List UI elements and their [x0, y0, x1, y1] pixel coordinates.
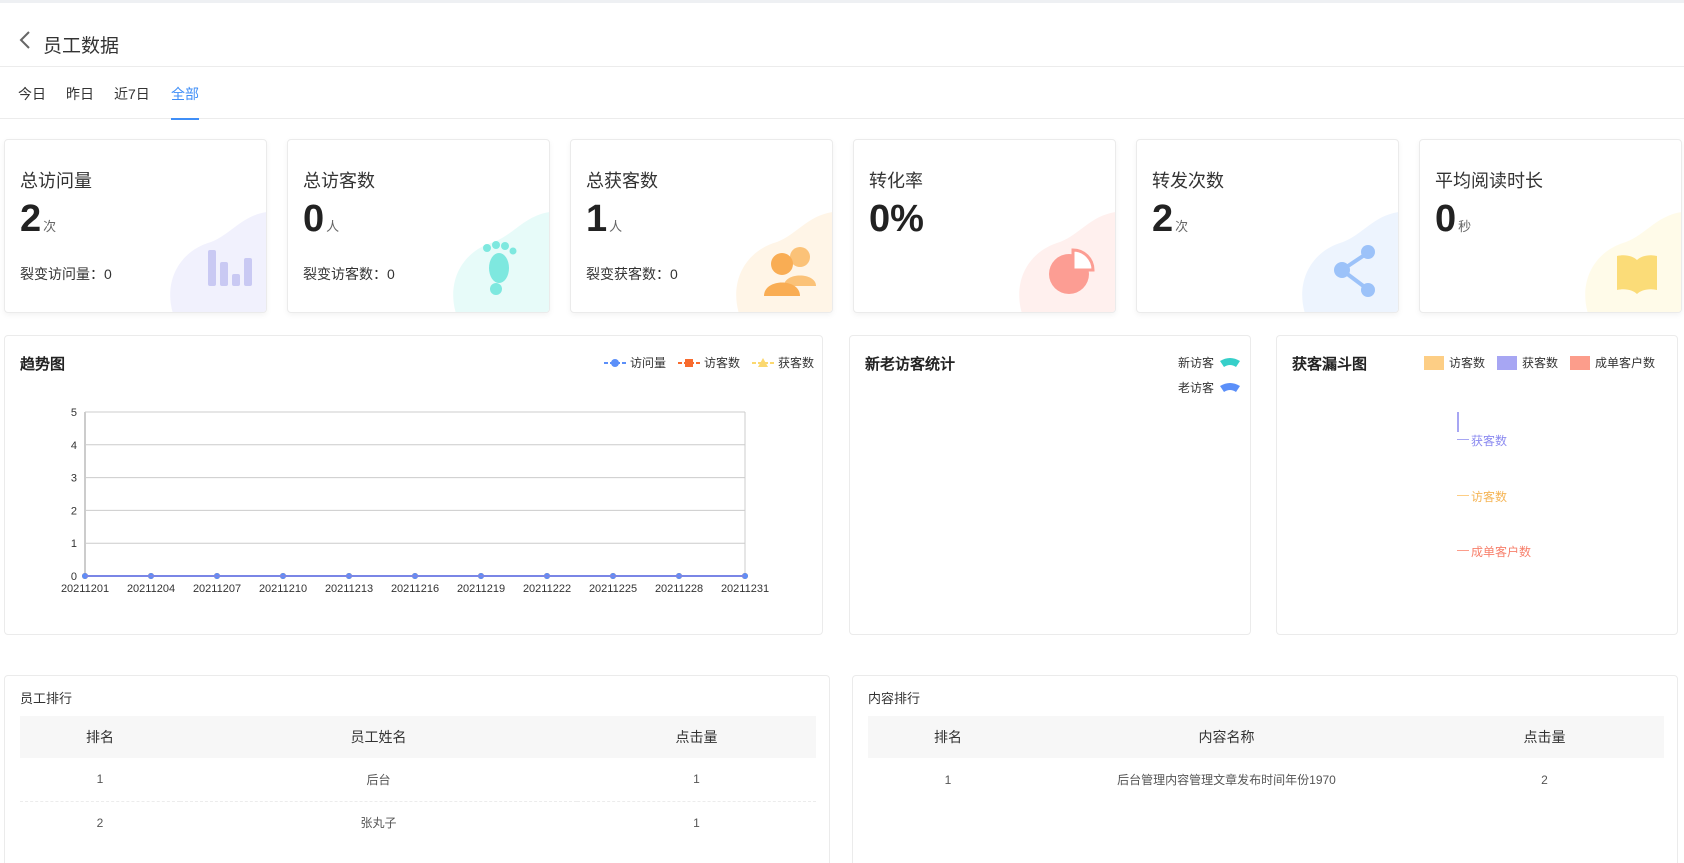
x-tick-label: 20211225 — [589, 583, 637, 595]
content-rank-panel: 内容排行 排名 内容名称 点击量 1 后台管理内容管理文章发布时间年份1970 … — [852, 675, 1678, 863]
footprint-icon — [453, 212, 549, 312]
card-title: 转化率 — [869, 171, 923, 191]
x-tick-label: 20211204 — [127, 583, 175, 595]
content-rank-title: 内容排行 — [868, 691, 921, 706]
card-subtext: 裂变访问量：0 — [20, 266, 112, 282]
x-tick-label: 20211222 — [523, 583, 571, 595]
stat-card-total-visits: 总访问量 2次 裂变访问量：0 — [4, 139, 267, 313]
card-title: 总访问量 — [20, 171, 92, 191]
card-subtext: 裂变访客数：0 — [303, 266, 395, 282]
tab-last-7-days[interactable]: 近7日 — [114, 84, 150, 118]
funnel-title: 获客漏斗图 — [1292, 356, 1368, 373]
y-tick-label: 2 — [71, 505, 77, 517]
legend-swatch — [1496, 355, 1517, 370]
tab-today[interactable]: 今日 — [18, 84, 46, 118]
card-value: 0秒 — [1435, 198, 1472, 240]
chevron-left-icon[interactable] — [18, 29, 32, 51]
x-tick-label: 20211231 — [721, 583, 769, 595]
card-value: 2次 — [1152, 198, 1189, 240]
x-tick-label: 20211228 — [655, 583, 703, 595]
y-tick-label: 1 — [71, 538, 77, 550]
date-tabs: 今日 昨日 近7日 全部 — [0, 67, 1684, 120]
tab-yesterday[interactable]: 昨日 — [66, 84, 94, 118]
x-tick-label: 20211216 — [391, 583, 439, 595]
card-value: 0人 — [303, 198, 340, 240]
funnel-label-deals: 成单客户数 — [1471, 545, 1532, 559]
legend-old-visitor[interactable]: 老访客 — [1178, 379, 1240, 396]
page-title: 员工数据 — [43, 36, 120, 57]
bar-chart-icon — [170, 212, 266, 312]
stat-card-conversion-rate: 转化率 0% — [853, 139, 1116, 313]
column-header[interactable]: 内容名称 — [1028, 716, 1425, 758]
card-value: 0% — [869, 198, 924, 240]
column-header[interactable]: 排名 — [868, 716, 1028, 758]
column-header[interactable]: 排名 — [20, 716, 180, 758]
stat-card-avg-read-time: 平均阅读时长 0秒 — [1419, 139, 1682, 313]
book-icon — [1585, 212, 1681, 312]
table-row[interactable]: 1 后台 1 — [20, 758, 816, 802]
trend-panel: 趋势图 访问量 访客数 获客数 0 1 2 3 4 5 20211201 20211204 20… — [4, 335, 823, 635]
stat-card-shares: 转发次数 2次 — [1136, 139, 1399, 313]
visitor-title: 新老访客统计 — [865, 356, 956, 373]
x-tick-label: 20211210 — [259, 583, 307, 595]
tab-all[interactable]: 全部 — [171, 84, 199, 120]
column-header[interactable]: 员工姓名 — [180, 716, 577, 758]
pie-chart-icon — [1019, 212, 1115, 312]
staff-rank-title: 员工排行 — [20, 691, 73, 706]
legend-wedge-icon — [1220, 382, 1240, 392]
staff-rank-panel: 员工排行 排名 员工姓名 点击量 1 后台 1 2 张丸子 1 — [4, 675, 830, 863]
staff-rank-table: 排名 员工姓名 点击量 1 后台 1 2 张丸子 1 — [20, 716, 816, 844]
visitor-panel: 新老访客统计 新访客 老访客 — [849, 335, 1251, 635]
stat-card-total-visitors: 总访客数 0人 裂变访客数：0 — [287, 139, 550, 313]
x-tick-label: 20211213 — [325, 583, 373, 595]
y-tick-label: 3 — [71, 473, 77, 485]
card-value: 2次 — [20, 198, 57, 240]
page-header: 员工数据 — [0, 3, 1684, 67]
card-value: 1人 — [586, 198, 623, 240]
x-tick-label: 20211207 — [193, 583, 241, 595]
y-tick-label: 5 — [71, 407, 77, 419]
users-icon — [736, 212, 832, 312]
funnel-legend: 访客数 获客数 成单客户数 — [1412, 354, 1655, 371]
card-title: 转发次数 — [1152, 171, 1224, 191]
legend-swatch — [1569, 355, 1590, 370]
x-tick-label: 20211219 — [457, 583, 505, 595]
legend-wedge-icon — [1220, 357, 1240, 367]
legend-funnel-leads[interactable]: 获客数 — [1496, 354, 1558, 371]
content-rank-table: 排名 内容名称 点击量 1 后台管理内容管理文章发布时间年份1970 2 — [868, 716, 1664, 801]
table-row[interactable]: 1 后台管理内容管理文章发布时间年份1970 2 — [868, 758, 1664, 801]
funnel-panel: 获客漏斗图 访客数 获客数 成单客户数 获客数 访客数 成单客户数 — [1276, 335, 1678, 635]
x-tick-label: 20211201 — [61, 583, 109, 595]
funnel-label-visitors: 访客数 — [1471, 490, 1508, 504]
visitor-legend: 新访客 老访客 — [1166, 354, 1240, 396]
card-title: 总获客数 — [586, 171, 658, 191]
trend-chart: 0 1 2 3 4 5 20211201 20211204 20211207 20211210 20… — [61, 407, 769, 595]
legend-funnel-deals[interactable]: 成单客户数 — [1569, 354, 1655, 371]
card-title: 总访客数 — [303, 171, 375, 191]
table-row[interactable]: 2 张丸子 1 — [20, 801, 816, 844]
card-title: 平均阅读时长 — [1435, 171, 1543, 191]
y-tick-label: 0 — [71, 571, 77, 583]
legend-funnel-visitors[interactable]: 访客数 — [1423, 354, 1485, 371]
column-header[interactable]: 点击量 — [577, 716, 816, 758]
share-icon — [1302, 212, 1398, 312]
column-header[interactable]: 点击量 — [1425, 716, 1664, 758]
funnel-label-leads: 获客数 — [1471, 434, 1508, 448]
legend-new-visitor[interactable]: 新访客 — [1178, 354, 1240, 371]
y-tick-label: 4 — [71, 440, 77, 452]
card-subtext: 裂变获客数：0 — [586, 266, 678, 282]
stat-card-total-leads: 总获客数 1人 裂变获客数：0 — [570, 139, 833, 313]
funnel-bar-leads — [1457, 412, 1459, 432]
legend-swatch — [1423, 355, 1444, 370]
